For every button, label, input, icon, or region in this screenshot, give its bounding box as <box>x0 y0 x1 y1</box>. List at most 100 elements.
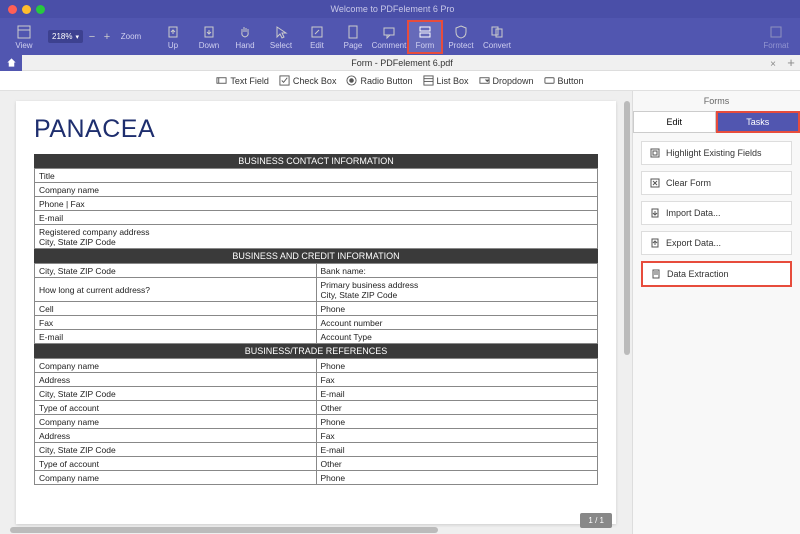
section-header: BUSINESS AND CREDIT INFORMATION <box>34 249 598 263</box>
table-cell[interactable]: Phone <box>316 359 598 373</box>
table-cell[interactable]: Type of account <box>35 401 317 415</box>
table-cell[interactable]: City, State ZIP Code <box>35 264 317 278</box>
maximize-window-button[interactable] <box>36 5 45 14</box>
up-button[interactable]: Up <box>155 20 191 54</box>
table-row: Company name <box>35 183 598 197</box>
table-cell[interactable]: Phone <box>316 415 598 429</box>
table-row: FaxAccount number <box>35 316 598 330</box>
table-row: City, State ZIP CodeE-mail <box>35 387 598 401</box>
document-viewport[interactable]: PANACEA BUSINESS CONTACT INFORMATIONTitl… <box>0 91 632 534</box>
document-tab[interactable]: Form - PDFelement 6.pdf× <box>22 58 782 68</box>
table-cell[interactable]: Type of account <box>35 457 317 471</box>
minimize-window-button[interactable] <box>22 5 31 14</box>
highlight-fields-button[interactable]: Highlight Existing Fields <box>641 141 792 165</box>
horizontal-scrollbar[interactable] <box>10 527 622 533</box>
table-cell[interactable]: Company name <box>35 471 317 485</box>
table-row: CellPhone <box>35 302 598 316</box>
page-indicator: 1 / 1 <box>580 513 612 528</box>
table-cell[interactable]: Fax <box>35 316 317 330</box>
button-tool[interactable]: Button <box>544 75 584 86</box>
table-cell[interactable]: How long at current address? <box>35 278 317 302</box>
form-tools-bar: Text Field Check Box Radio Button List B… <box>0 71 800 91</box>
clear-form-button[interactable]: Clear Form <box>641 171 792 195</box>
table-row: Company namePhone <box>35 415 598 429</box>
format-button[interactable]: Format <box>758 20 794 54</box>
list-box-tool[interactable]: List Box <box>423 75 469 86</box>
table-cell[interactable]: Registered company address City, State Z… <box>35 225 598 249</box>
home-button[interactable] <box>0 55 22 71</box>
dropdown-tool[interactable]: Dropdown <box>479 75 534 86</box>
pdf-page: PANACEA BUSINESS CONTACT INFORMATIONTitl… <box>16 101 616 524</box>
vertical-scrollbar[interactable] <box>624 101 630 524</box>
export-data-button[interactable]: Export Data... <box>641 231 792 255</box>
main-toolbar: View 218% − + Zoom Up Down Hand Select E… <box>0 18 800 55</box>
table-cell[interactable]: Title <box>35 169 598 183</box>
zoom-label: Zoom <box>119 20 143 54</box>
down-button[interactable]: Down <box>191 20 227 54</box>
tab-close-button[interactable]: × <box>770 59 776 70</box>
table-cell[interactable]: E-mail <box>35 330 317 344</box>
table-row: Phone | Fax <box>35 197 598 211</box>
convert-button[interactable]: Convert <box>479 20 515 54</box>
table-cell[interactable]: E-mail <box>316 387 598 401</box>
document-heading: PANACEA <box>34 115 598 144</box>
side-tab-tasks[interactable]: Tasks <box>716 111 800 133</box>
table-cell[interactable]: Account Type <box>316 330 598 344</box>
comment-button[interactable]: Comment <box>371 20 407 54</box>
text-field-tool[interactable]: Text Field <box>216 75 269 86</box>
side-tab-edit[interactable]: Edit <box>633 111 716 133</box>
table-cell[interactable]: Company name <box>35 359 317 373</box>
table-cell[interactable]: E-mail <box>35 211 598 225</box>
table-row: E-mail <box>35 211 598 225</box>
form-table: TitleCompany namePhone | FaxE-mailRegist… <box>34 168 598 249</box>
table-cell[interactable]: Phone | Fax <box>35 197 598 211</box>
section-header: BUSINESS CONTACT INFORMATION <box>34 154 598 168</box>
zoom-value-dropdown[interactable]: 218% <box>48 30 83 43</box>
table-row: AddressFax <box>35 429 598 443</box>
close-window-button[interactable] <box>8 5 17 14</box>
window-title: Welcome to PDFelement 6 Pro <box>45 4 740 14</box>
table-cell[interactable]: Address <box>35 429 317 443</box>
table-row: Title <box>35 169 598 183</box>
side-panel: Forms Edit Tasks Highlight Existing Fiel… <box>632 91 800 534</box>
table-row: AddressFax <box>35 373 598 387</box>
zoom-in-button[interactable]: + <box>101 31 113 43</box>
table-cell[interactable]: Primary business address City, State ZIP… <box>316 278 598 302</box>
table-cell[interactable]: Other <box>316 401 598 415</box>
table-cell[interactable]: Bank name: <box>316 264 598 278</box>
table-cell[interactable]: Cell <box>35 302 317 316</box>
table-cell[interactable]: Company name <box>35 415 317 429</box>
form-button[interactable]: Form <box>407 20 443 54</box>
data-extraction-button[interactable]: Data Extraction <box>641 261 792 287</box>
table-cell[interactable]: City, State ZIP Code <box>35 387 317 401</box>
table-cell[interactable]: E-mail <box>316 443 598 457</box>
section-header: BUSINESS/TRADE REFERENCES <box>34 344 598 358</box>
table-row: E-mailAccount Type <box>35 330 598 344</box>
table-row: Type of accountOther <box>35 457 598 471</box>
table-cell[interactable]: Phone <box>316 471 598 485</box>
table-cell[interactable]: Other <box>316 457 598 471</box>
edit-button[interactable]: Edit <box>299 20 335 54</box>
table-row: Registered company address City, State Z… <box>35 225 598 249</box>
hand-button[interactable]: Hand <box>227 20 263 54</box>
table-cell[interactable]: Phone <box>316 302 598 316</box>
table-cell[interactable]: Fax <box>316 429 598 443</box>
table-cell[interactable]: Company name <box>35 183 598 197</box>
table-row: Company namePhone <box>35 359 598 373</box>
protect-button[interactable]: Protect <box>443 20 479 54</box>
table-row: How long at current address?Primary busi… <box>35 278 598 302</box>
document-tabbar: Form - PDFelement 6.pdf× + <box>0 55 800 71</box>
check-box-tool[interactable]: Check Box <box>279 75 337 86</box>
zoom-out-button[interactable]: − <box>86 31 98 43</box>
table-row: Company namePhone <box>35 471 598 485</box>
new-tab-button[interactable]: + <box>782 55 800 70</box>
table-cell[interactable]: Address <box>35 373 317 387</box>
table-cell[interactable]: Fax <box>316 373 598 387</box>
select-button[interactable]: Select <box>263 20 299 54</box>
page-button[interactable]: Page <box>335 20 371 54</box>
table-cell[interactable]: Account number <box>316 316 598 330</box>
import-data-button[interactable]: Import Data... <box>641 201 792 225</box>
table-cell[interactable]: City, State ZIP Code <box>35 443 317 457</box>
view-button[interactable]: View <box>6 20 42 54</box>
radio-button-tool[interactable]: Radio Button <box>346 75 412 86</box>
